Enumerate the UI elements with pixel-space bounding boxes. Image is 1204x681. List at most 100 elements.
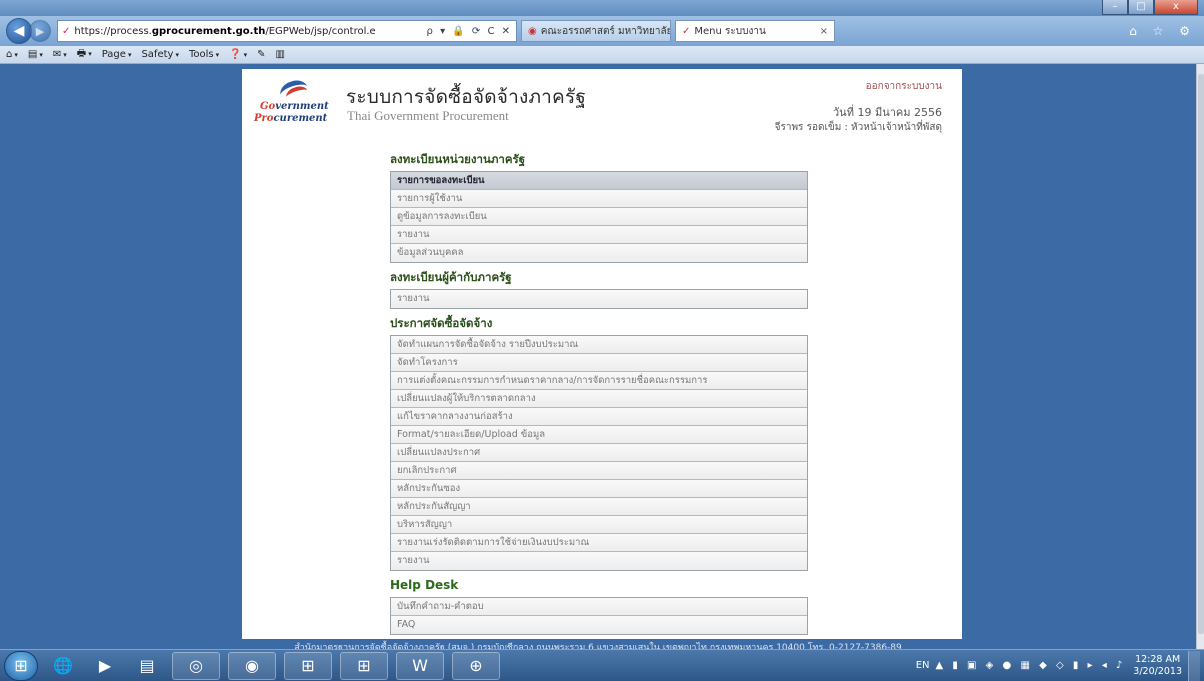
page-content: Government Procurement ระบบการจัดซื้อจัด… [242,69,962,639]
folder-icon: ▤ [139,656,155,675]
library-icon: ▥ [275,49,285,60]
forward-button[interactable]: ▶ [29,20,51,42]
address-url[interactable]: https://process.gprocurement.go.th/EGPWe… [74,26,422,37]
address-tools-icons[interactable]: ρ ▾ 🔒 ⟳ C ✕ [427,26,512,37]
language-indicator[interactable]: EN [916,660,930,671]
address-bar[interactable]: ✓ https://process.gprocurement.go.th/EGP… [57,20,517,42]
maximize-button[interactable]: □ [1128,0,1154,15]
tab-favicon-icon: ◉ [528,25,537,37]
media-player-icon: ▶ [98,656,112,675]
user-info: จีราพร รอดเข็ม : หัวหน้าเจ้าหน้าที่พัสดุ [774,122,942,133]
chevron-down-icon: ▾ [39,51,43,59]
excel-icon: ⊞ [357,656,371,675]
mail-icon: ✉ [52,49,62,60]
safety-menu-label: Safety [141,49,174,60]
vertical-scrollbar[interactable] [1196,64,1204,649]
tools-menu[interactable]: Tools ▾ [189,49,219,60]
taskbar-app-chrome[interactable]: ◉ [228,651,276,680]
taskbar-app-firefox[interactable]: ⊞ [284,651,332,680]
taskbar-app-ie[interactable]: ◎ [172,651,220,680]
taskbar-app-explorer[interactable]: ▤ [130,652,164,680]
home-favorites-settings-icons[interactable]: ⌂ ☆ ⚙ [1129,24,1196,38]
menu-item[interactable]: รายงานเร่งรัดติดตามการใช้จ่ายเงินงบประมา… [391,534,807,552]
menu-item[interactable]: รายการผู้ใช้งาน [391,190,807,208]
chrome-icon: ◉ [245,656,259,675]
menu-item[interactable]: FAQ [391,616,807,634]
chevron-down-icon: ▾ [14,51,18,59]
menu-item[interactable]: หลักประกันซอง [391,480,807,498]
taskbar-app-word[interactable]: W [396,651,444,680]
print-menu[interactable]: 🖶 ▾ [77,46,92,63]
show-desktop-button[interactable] [1188,650,1200,681]
logo-text-procurement: Procurement [254,113,327,124]
menu-section-title: ลงทะเบียนหน่วยงานภาครัฐ [390,152,526,166]
menu-item[interactable]: รายการขอลงทะเบียน [391,172,807,190]
feeds-icon: ▤ [27,49,38,60]
taskbar-app-network[interactable]: 🌐 [46,652,80,680]
taskbar-app-media[interactable]: ▶ [88,652,122,680]
window-titlebar: – □ x [0,0,1204,16]
close-window-button[interactable]: x [1154,0,1198,15]
library-button[interactable]: ▥ [275,49,284,60]
safety-menu[interactable]: Safety ▾ [141,49,179,60]
menu-item[interactable]: บริหารสัญญา [391,516,807,534]
menu-item[interactable]: แก้ไขราคากลางงานก่อสร้าง [391,408,807,426]
page-viewport: Government Procurement ระบบการจัดซื้อจัด… [0,64,1196,649]
menu-item[interactable]: รายงาน [391,552,807,570]
menu-item[interactable]: รายงาน [391,226,807,244]
back-arrow-icon: ◀ [13,23,25,39]
menu-item[interactable]: ข้อมูลส่วนบุคคล [391,244,807,262]
tools-menu-label: Tools [188,49,214,60]
menu-item[interactable]: บันทึกคำถาม-คำตอบ [391,598,807,616]
tab-label: คณะอรรถศาสตร์ มหาวิทยาลัยธรรมรัฐ [540,25,670,37]
network-app-icon: 🌐 [53,656,73,675]
tab-label: Menu ระบบงาน [694,25,766,37]
word-icon: W [412,656,428,675]
taskbar-app-globe[interactable]: ⊕ [452,651,500,680]
menu-item[interactable]: จัดทำโครงการ [391,354,807,372]
research-button[interactable]: ✎ [257,49,265,60]
menu-item[interactable]: ดูข้อมูลการลงทะเบียน [391,208,807,226]
scrollbar-thumb[interactable] [1198,74,1204,634]
print-icon: 🖶 [76,48,87,59]
mail-menu[interactable]: ✉ ▾ [53,49,67,60]
internet-explorer-icon: ◎ [189,656,203,675]
clock-time: 12:28 AM [1135,653,1181,665]
menu-section-title: ประกาศจัดซื้อจัดจ้าง [390,316,493,330]
logo-text-pro: Pro [254,113,274,124]
tab-menu[interactable]: ✓ Menu ระบบงาน × [675,20,835,42]
logout-link[interactable]: ออกจากระบบงาน [866,79,942,94]
menu-item[interactable]: เปลี่ยนแปลงประกาศ [391,444,807,462]
menu-item[interactable]: เปลี่ยนแปลงผู้ให้บริการตลาดกลาง [391,390,807,408]
window-controls: – □ x [1102,0,1198,15]
logo-text-curement: curement [273,113,328,124]
windows-logo-icon: ⊞ [14,656,28,675]
site-favicon-icon: ✓ [62,25,71,37]
menu-item[interactable]: รายงาน [391,290,807,308]
chevron-down-icon: ▾ [88,50,92,58]
system-tray: EN ▲ ▮ ▣ ◈ ● ▦ ◆ ◇ ▮ ▸ ◂ ♪ 12:28 AM 3/20… [916,650,1204,681]
clock[interactable]: 12:28 AM 3/20/2013 [1133,654,1182,678]
page-menu[interactable]: Page ▾ [102,49,132,60]
menu-item[interactable]: จัดทำแผนการจัดซื้อจัดจ้าง รายปีงบประมาณ [391,336,807,354]
main-menu: ลงทะเบียนหน่วยงานภาครัฐรายการขอลงทะเบียน… [390,149,808,642]
feeds-menu[interactable]: ▤ ▾ [28,49,43,60]
tray-icons[interactable]: ▲ ▮ ▣ ◈ ● ▦ ◆ ◇ ▮ ▸ ◂ ♪ [936,660,1126,671]
site-title-english: Thai Government Procurement [347,108,509,123]
minimize-button[interactable]: – [1102,0,1128,15]
firefox-icon: ⊞ [301,656,315,675]
tab-faculty[interactable]: ◉ คณะอรรถศาสตร์ มหาวิทยาลัยธรรมรัฐ [521,20,671,42]
home-menu[interactable]: ⌂ ▾ [6,49,18,60]
menu-item[interactable]: ยกเลิกประกาศ [391,462,807,480]
menu-item[interactable]: การแต่งตั้งคณะกรรมการกำหนดราคากลาง/การจั… [391,372,807,390]
menu-item[interactable]: Format/รายละเอียด/Upload ข้อมูล [391,426,807,444]
help-menu[interactable]: ❓ ▾ [229,49,247,60]
chevron-down-icon: ▾ [243,51,248,59]
gprocurement-logo[interactable]: Government Procurement [248,77,338,127]
menu-item[interactable]: หลักประกันสัญญา [391,498,807,516]
taskbar-app-excel[interactable]: ⊞ [340,651,388,680]
menu-section-list: รายการขอลงทะเบียน รายการผู้ใช้งาน ดูข้อมูล… [390,171,808,263]
close-tab-icon[interactable]: × [814,26,828,37]
start-button[interactable]: ⊞ [4,650,38,681]
help-icon: ❓ [229,49,242,60]
